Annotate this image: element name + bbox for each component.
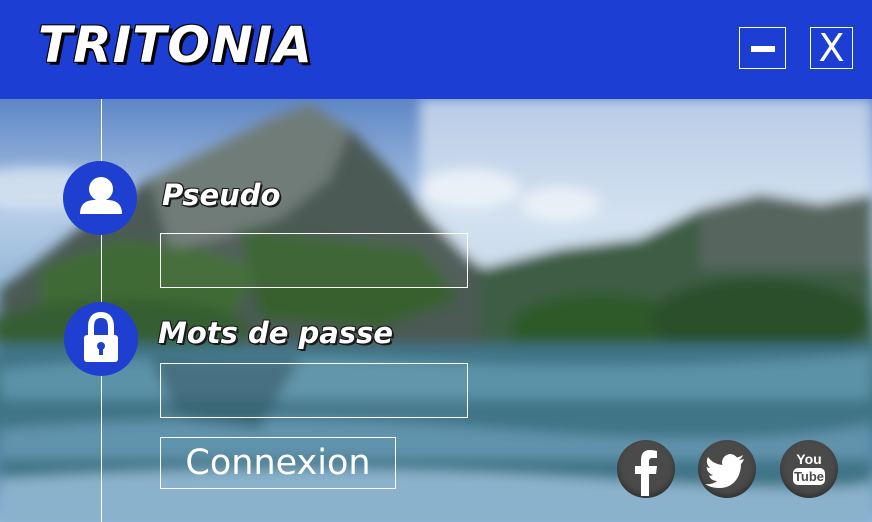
facebook-icon	[635, 450, 657, 496]
minimize-button[interactable]	[739, 27, 786, 69]
youtube-text-top: You	[796, 451, 821, 467]
minimize-icon	[750, 46, 775, 52]
lock-icon	[84, 311, 118, 362]
facebook-button[interactable]	[617, 440, 675, 498]
youtube-text-bottom: Tube	[794, 469, 824, 484]
password-label: Mots de passe	[158, 316, 394, 350]
twitter-icon	[705, 454, 744, 488]
lock-badge	[64, 302, 138, 376]
pseudo-label: Pseudo	[162, 178, 281, 212]
title-bar: TRITONIA X	[0, 0, 872, 99]
youtube-button[interactable]: You Tube	[780, 440, 838, 498]
password-input[interactable]	[160, 363, 468, 418]
youtube-icon: You Tube	[793, 451, 825, 485]
user-badge	[63, 161, 137, 235]
connexion-button[interactable]: Connexion	[160, 437, 396, 489]
user-icon	[80, 177, 122, 214]
twitter-button[interactable]	[698, 440, 756, 498]
pseudo-input[interactable]	[160, 233, 468, 288]
close-button[interactable]: X	[810, 26, 853, 70]
app-title: TRITONIA	[38, 16, 313, 74]
